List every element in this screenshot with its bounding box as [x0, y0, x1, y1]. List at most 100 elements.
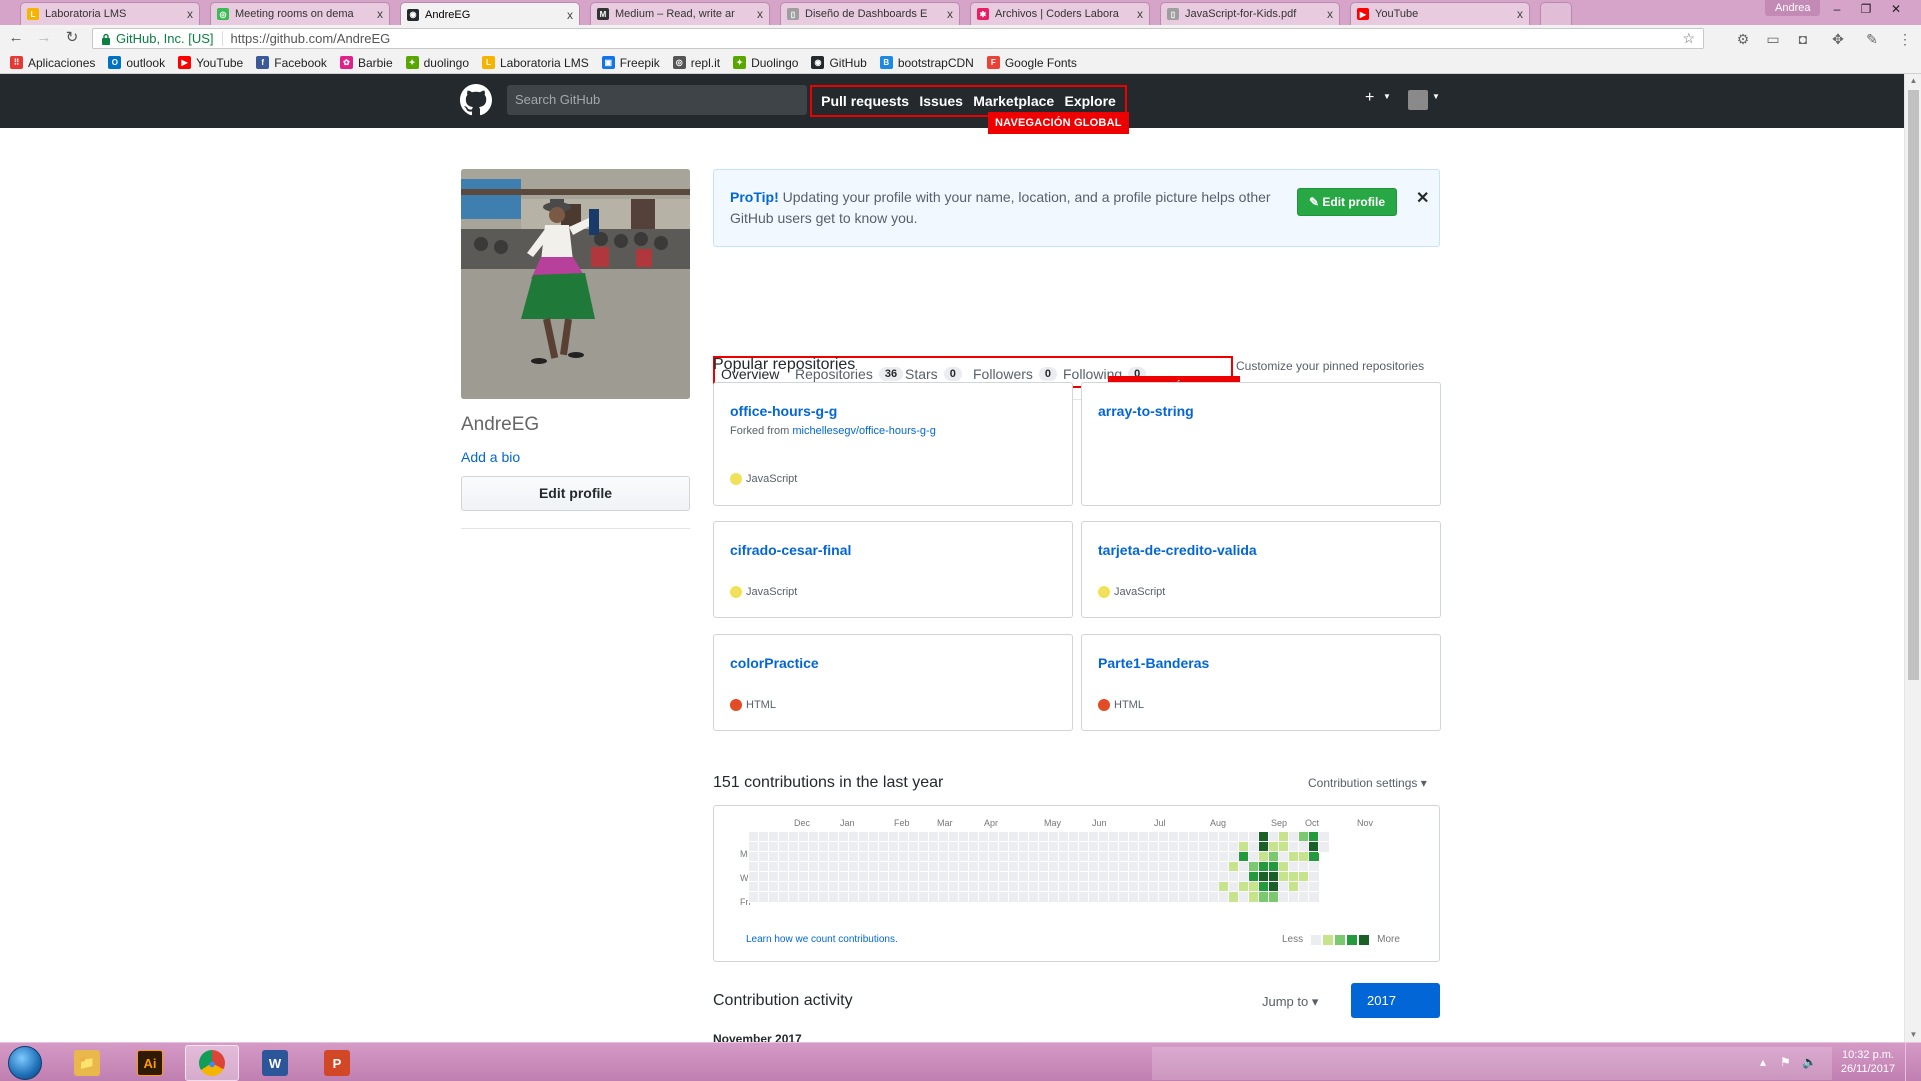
- contribution-day[interactable]: [1028, 841, 1040, 853]
- contribution-day[interactable]: [1308, 891, 1320, 903]
- bookmark-item[interactable]: L Laboratoria LMS: [482, 56, 589, 70]
- contribution-day[interactable]: [1288, 881, 1300, 893]
- contribution-day[interactable]: [1298, 831, 1310, 843]
- contribution-day[interactable]: [1018, 861, 1030, 873]
- contribution-day[interactable]: [1148, 851, 1160, 863]
- contribution-day[interactable]: [978, 871, 990, 883]
- bookmark-star-icon[interactable]: ☆: [1682, 30, 1695, 47]
- contribution-day[interactable]: [1138, 851, 1150, 863]
- contribution-day[interactable]: [1008, 831, 1020, 843]
- contribution-day[interactable]: [938, 841, 950, 853]
- contribution-day[interactable]: [838, 881, 850, 893]
- contribution-day[interactable]: [1088, 881, 1100, 893]
- bookmark-item[interactable]: ⠿ Aplicaciones: [10, 56, 95, 70]
- contribution-day[interactable]: [858, 891, 870, 903]
- contribution-day[interactable]: [1268, 891, 1280, 903]
- contribution-day[interactable]: [1208, 881, 1220, 893]
- contribution-day[interactable]: [968, 891, 980, 903]
- taskbar-app-chrome[interactable]: ●: [185, 1045, 239, 1081]
- contribution-day[interactable]: [1308, 861, 1320, 873]
- pocket-icon[interactable]: ◘: [1793, 29, 1813, 49]
- contribution-day[interactable]: [828, 881, 840, 893]
- contribution-day[interactable]: [768, 831, 780, 843]
- contribution-day[interactable]: [858, 841, 870, 853]
- contribution-day[interactable]: [1148, 831, 1160, 843]
- contribution-day[interactable]: [1238, 861, 1250, 873]
- contribution-day[interactable]: [778, 851, 790, 863]
- contribution-day[interactable]: [1108, 861, 1120, 873]
- contribution-day[interactable]: [1098, 881, 1110, 893]
- learn-contributions-link[interactable]: Learn how we count contributions.: [746, 934, 898, 945]
- contribution-day[interactable]: [878, 831, 890, 843]
- contribution-day[interactable]: [758, 881, 770, 893]
- github-search-input[interactable]: Search GitHub: [507, 85, 807, 115]
- contribution-day[interactable]: [1118, 841, 1130, 853]
- contribution-day[interactable]: [768, 871, 780, 883]
- contribution-day[interactable]: [778, 891, 790, 903]
- contribution-day[interactable]: [778, 881, 790, 893]
- contribution-day[interactable]: [1218, 871, 1230, 883]
- back-icon[interactable]: ←: [6, 28, 26, 48]
- contribution-day[interactable]: [868, 871, 880, 883]
- contribution-day[interactable]: [868, 831, 880, 843]
- contribution-day[interactable]: [1108, 891, 1120, 903]
- bookmark-item[interactable]: ▣ Freepik: [601, 56, 660, 70]
- contribution-day[interactable]: [798, 861, 810, 873]
- tab-close-icon[interactable]: x: [947, 7, 953, 21]
- contribution-day[interactable]: [868, 881, 880, 893]
- contribution-day[interactable]: [1208, 851, 1220, 863]
- browser-tab[interactable]: ◉ AndreEG x: [400, 2, 580, 26]
- scroll-thumb[interactable]: [1908, 90, 1919, 680]
- bookmark-item[interactable]: ◎ repl.it: [672, 56, 720, 70]
- contribution-day[interactable]: [948, 861, 960, 873]
- contribution-day[interactable]: [928, 841, 940, 853]
- contribution-day[interactable]: [1198, 851, 1210, 863]
- contribution-day[interactable]: [878, 851, 890, 863]
- contribution-day[interactable]: [1068, 851, 1080, 863]
- menu-icon[interactable]: ⋮: [1895, 29, 1915, 49]
- contribution-day[interactable]: [1308, 841, 1320, 853]
- contribution-day[interactable]: [788, 871, 800, 883]
- contribution-day[interactable]: [1028, 871, 1040, 883]
- contribution-day[interactable]: [848, 841, 860, 853]
- browser-tab[interactable]: ▯ JavaScript-for-Kids.pdf x: [1160, 2, 1340, 25]
- tab-close-icon[interactable]: x: [1137, 7, 1143, 21]
- contribution-day[interactable]: [1288, 871, 1300, 883]
- contribution-day[interactable]: [1258, 861, 1270, 873]
- contribution-day[interactable]: [1268, 851, 1280, 863]
- contribution-day[interactable]: [1178, 841, 1190, 853]
- contribution-day[interactable]: [1168, 851, 1180, 863]
- edit-profile-button[interactable]: Edit profile: [461, 476, 690, 511]
- contribution-day[interactable]: [788, 851, 800, 863]
- contribution-day[interactable]: [988, 881, 1000, 893]
- contribution-day[interactable]: [1018, 851, 1030, 863]
- bookmark-item[interactable]: ✦ Duolingo: [733, 56, 798, 70]
- contribution-day[interactable]: [1168, 891, 1180, 903]
- contribution-day[interactable]: [1138, 861, 1150, 873]
- contribution-day[interactable]: [1108, 871, 1120, 883]
- contribution-day[interactable]: [888, 871, 900, 883]
- contribution-day[interactable]: [1158, 841, 1170, 853]
- contribution-day[interactable]: [1098, 831, 1110, 843]
- contribution-day[interactable]: [888, 831, 900, 843]
- pen-icon[interactable]: ✎: [1862, 29, 1882, 49]
- repo-card[interactable]: Parte1-Banderas HTML: [1081, 634, 1441, 731]
- contribution-day[interactable]: [898, 861, 910, 873]
- contribution-day[interactable]: [1178, 831, 1190, 843]
- contribution-day[interactable]: [1148, 841, 1160, 853]
- contribution-day[interactable]: [878, 891, 890, 903]
- contribution-day[interactable]: [1268, 841, 1280, 853]
- contribution-day[interactable]: [1138, 831, 1150, 843]
- tab-close-icon[interactable]: x: [1327, 7, 1333, 21]
- contribution-day[interactable]: [1058, 871, 1070, 883]
- contribution-day[interactable]: [818, 841, 830, 853]
- contribution-day[interactable]: [778, 841, 790, 853]
- contribution-day[interactable]: [958, 881, 970, 893]
- contribution-day[interactable]: [828, 871, 840, 883]
- extension-icon[interactable]: ⚙: [1733, 29, 1753, 49]
- contribution-day[interactable]: [888, 881, 900, 893]
- tab-close-icon[interactable]: x: [377, 7, 383, 21]
- contribution-day[interactable]: [1298, 861, 1310, 873]
- bookmark-item[interactable]: ✿ Barbie: [339, 56, 393, 70]
- contribution-day[interactable]: [1098, 851, 1110, 863]
